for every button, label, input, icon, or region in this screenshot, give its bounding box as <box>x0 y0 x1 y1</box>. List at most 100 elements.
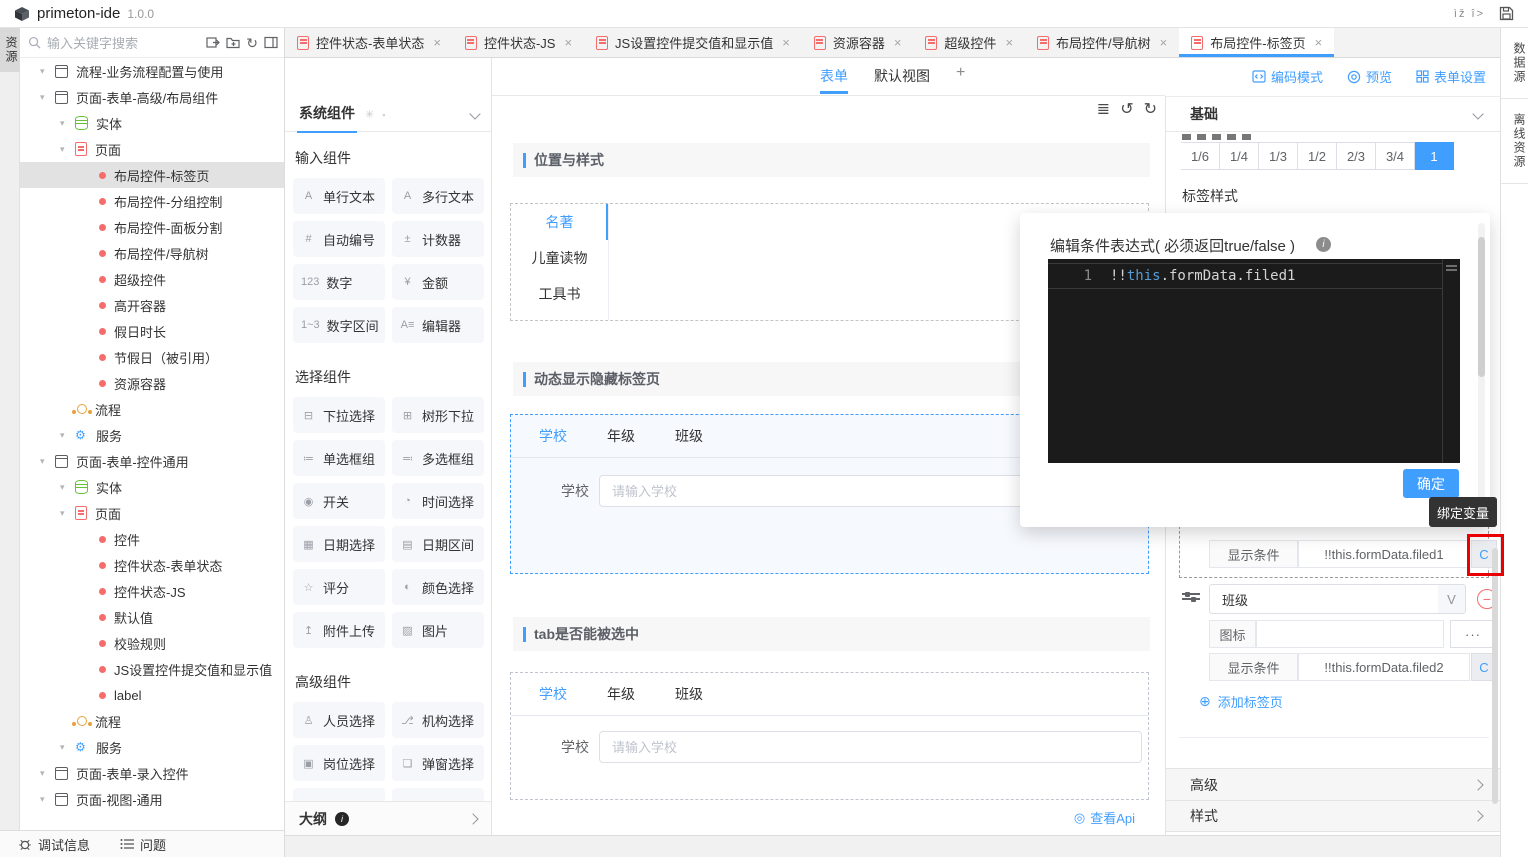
palette-item[interactable]: ❏ 弹窗选择 <box>392 745 484 781</box>
outline-footer[interactable]: 大纲 i <box>285 801 491 835</box>
tree-item[interactable]: ▾ 超级控件 <box>20 266 284 292</box>
width-fraction-button[interactable]: 1/3 <box>1259 142 1298 170</box>
chevron-down-icon[interactable] <box>1472 108 1483 119</box>
tree-item[interactable]: ▾ 页面-表单-高级/布局组件 <box>20 84 284 110</box>
tab[interactable]: 班级 <box>675 684 703 704</box>
condition-value[interactable]: !!this.formData.filed2 <box>1298 653 1470 681</box>
icon-value[interactable] <box>1256 620 1444 648</box>
width-fraction-button[interactable]: 1/6 <box>1181 142 1220 170</box>
palette-item[interactable]: ¥ 金额 <box>392 264 484 300</box>
scrollbar-thumb[interactable] <box>1492 548 1498 804</box>
variable-button[interactable]: V <box>1438 584 1466 614</box>
add-tab-page-link[interactable]: 添加标签页 <box>1199 692 1283 711</box>
debug-info-button[interactable]: 调试信息 <box>18 835 90 854</box>
palette-item[interactable]: ▣ 岗位选择 <box>293 745 385 781</box>
palette-item[interactable]: ↥ 附件上传 <box>293 612 385 648</box>
tree-item[interactable]: ▾ 布局控件/导航树 <box>20 240 284 266</box>
tree-item[interactable]: ▾ 服务 <box>20 734 284 760</box>
caret-icon[interactable]: ▾ <box>40 92 55 103</box>
document-tab[interactable]: 超级控件 <box>913 28 1025 57</box>
tree-item[interactable]: ▾ 默认值 <box>20 604 284 630</box>
palette-item[interactable]: 123 数字 <box>293 264 385 300</box>
preview-button[interactable]: 预览 <box>1347 67 1392 86</box>
tree-item[interactable]: ▾ 控件状态-表单状态 <box>20 552 284 578</box>
import-icon[interactable] <box>206 36 220 49</box>
form-settings-button[interactable]: 表单设置 <box>1416 67 1486 86</box>
caret-icon[interactable]: ▾ <box>60 118 75 129</box>
tree-item[interactable]: ▾ 流程-业务流程配置与使用 <box>20 58 284 84</box>
palette-item[interactable]: ≔ 单选框组 <box>293 440 385 476</box>
close-icon[interactable] <box>782 35 790 50</box>
view-tab-form[interactable]: 表单 <box>820 66 848 94</box>
caret-icon[interactable]: ▾ <box>40 66 55 77</box>
palette-item[interactable]: A 多行文本 <box>392 178 484 214</box>
caret-icon[interactable]: ▾ <box>60 144 75 155</box>
document-tab[interactable]: 控件状态-表单状态 <box>285 28 453 57</box>
width-fraction-button[interactable]: 1/2 <box>1298 142 1337 170</box>
school-input[interactable] <box>600 732 1141 762</box>
info-icon[interactable]: i <box>1316 237 1331 252</box>
palette-item[interactable]: ◉ 开关 <box>293 483 385 519</box>
tree-item[interactable]: ▾ 实体 <box>20 110 284 136</box>
modal-scrollbar[interactable] <box>1478 223 1485 513</box>
vertical-tab[interactable]: 名著 <box>511 204 608 240</box>
undo-icon[interactable]: ↺ <box>1120 102 1133 118</box>
tree-item[interactable]: ▾ 控件状态-JS <box>20 578 284 604</box>
document-tab[interactable]: 控件状态-JS <box>453 28 584 57</box>
tree-item[interactable]: ▾ 假日时长 <box>20 318 284 344</box>
width-fraction-button[interactable]: 1/4 <box>1220 142 1259 170</box>
save-icon[interactable] <box>1499 6 1514 21</box>
palette-item[interactable] <box>293 788 385 801</box>
caret-icon[interactable]: ▾ <box>40 456 55 467</box>
palette-item[interactable]: ◐ 颜色选择 <box>392 569 484 605</box>
chevron-down-icon[interactable] <box>469 108 480 119</box>
palette-item[interactable]: ⎇ 机构选择 <box>392 702 484 738</box>
collapse-section-advanced[interactable]: 高级 <box>1166 768 1500 800</box>
tree-item[interactable]: ▾ 页面-视图-通用 <box>20 786 284 812</box>
tab[interactable]: 年级 <box>607 426 635 446</box>
drag-handle-icon[interactable] <box>1182 590 1200 606</box>
palette-item[interactable]: 1~3 数字区间 <box>293 307 385 343</box>
view-api-link[interactable]: 查看Api <box>1074 808 1135 827</box>
document-tab[interactable]: JS设置控件提交值和显示值 <box>584 28 802 57</box>
document-tab[interactable]: 布局控件/导航树 <box>1025 28 1179 57</box>
tree-item[interactable]: ▾ 流程 <box>20 396 284 422</box>
palette-tab-system-components[interactable]: 系统组件 <box>297 95 357 133</box>
rail-tab-resources[interactable]: 资源 <box>0 28 20 72</box>
more-options-button[interactable]: ··· <box>1450 620 1496 648</box>
width-fraction-button[interactable]: 2/3 <box>1337 142 1376 170</box>
close-icon[interactable] <box>564 35 572 50</box>
palette-item[interactable]: ≕ 多选框组 <box>392 440 484 476</box>
refresh-icon[interactable]: ↻ <box>246 36 258 50</box>
tree-item[interactable]: ▾ 页面 <box>20 500 284 526</box>
caret-icon[interactable]: ▾ <box>40 794 55 805</box>
outline-icon[interactable]: ≣ <box>1097 102 1110 118</box>
tree-item[interactable]: ▾ label <box>20 682 284 708</box>
tree-item[interactable]: ▾ 布局控件-分组控制 <box>20 188 284 214</box>
tree-item[interactable]: ▾ 资源容器 <box>20 370 284 396</box>
collapse-section-style[interactable]: 样式 <box>1166 800 1500 832</box>
inspector-header-basic[interactable]: 基础 <box>1166 96 1500 132</box>
tree-item[interactable]: ▾ 校验规则 <box>20 630 284 656</box>
close-icon[interactable] <box>1005 35 1013 50</box>
collapse-panel-icon[interactable] <box>264 36 278 49</box>
palette-item[interactable]: A≡ 编辑器 <box>392 307 484 343</box>
close-icon[interactable] <box>1315 35 1323 50</box>
close-icon[interactable] <box>894 35 902 50</box>
palette-item[interactable] <box>392 788 484 801</box>
tree-item[interactable]: ▾ 控件 <box>20 526 284 552</box>
caret-icon[interactable]: ▾ <box>60 508 75 519</box>
document-tab[interactable]: 资源容器 <box>802 28 914 57</box>
chevron-right-icon[interactable] <box>467 813 478 824</box>
palette-item[interactable]: ◔ 时间选择 <box>392 483 484 519</box>
vertical-tab[interactable]: 工具书 <box>511 276 608 312</box>
palette-item[interactable]: A 单行文本 <box>293 178 385 214</box>
tree-item[interactable]: ▾ 页面-表单-录入控件 <box>20 760 284 786</box>
tree-item[interactable]: ▾ 节假日（被引用） <box>20 344 284 370</box>
confirm-button[interactable]: 确定 <box>1403 469 1459 498</box>
tab[interactable]: 学校 <box>539 684 567 704</box>
palette-item[interactable]: # 自动编号 <box>293 221 385 257</box>
tabs-widget[interactable]: 学校 年级 班级 学校 <box>510 672 1149 800</box>
palette-item[interactable]: ⊟ 下拉选择 <box>293 397 385 433</box>
tree-item[interactable]: ▾ 高开容器 <box>20 292 284 318</box>
